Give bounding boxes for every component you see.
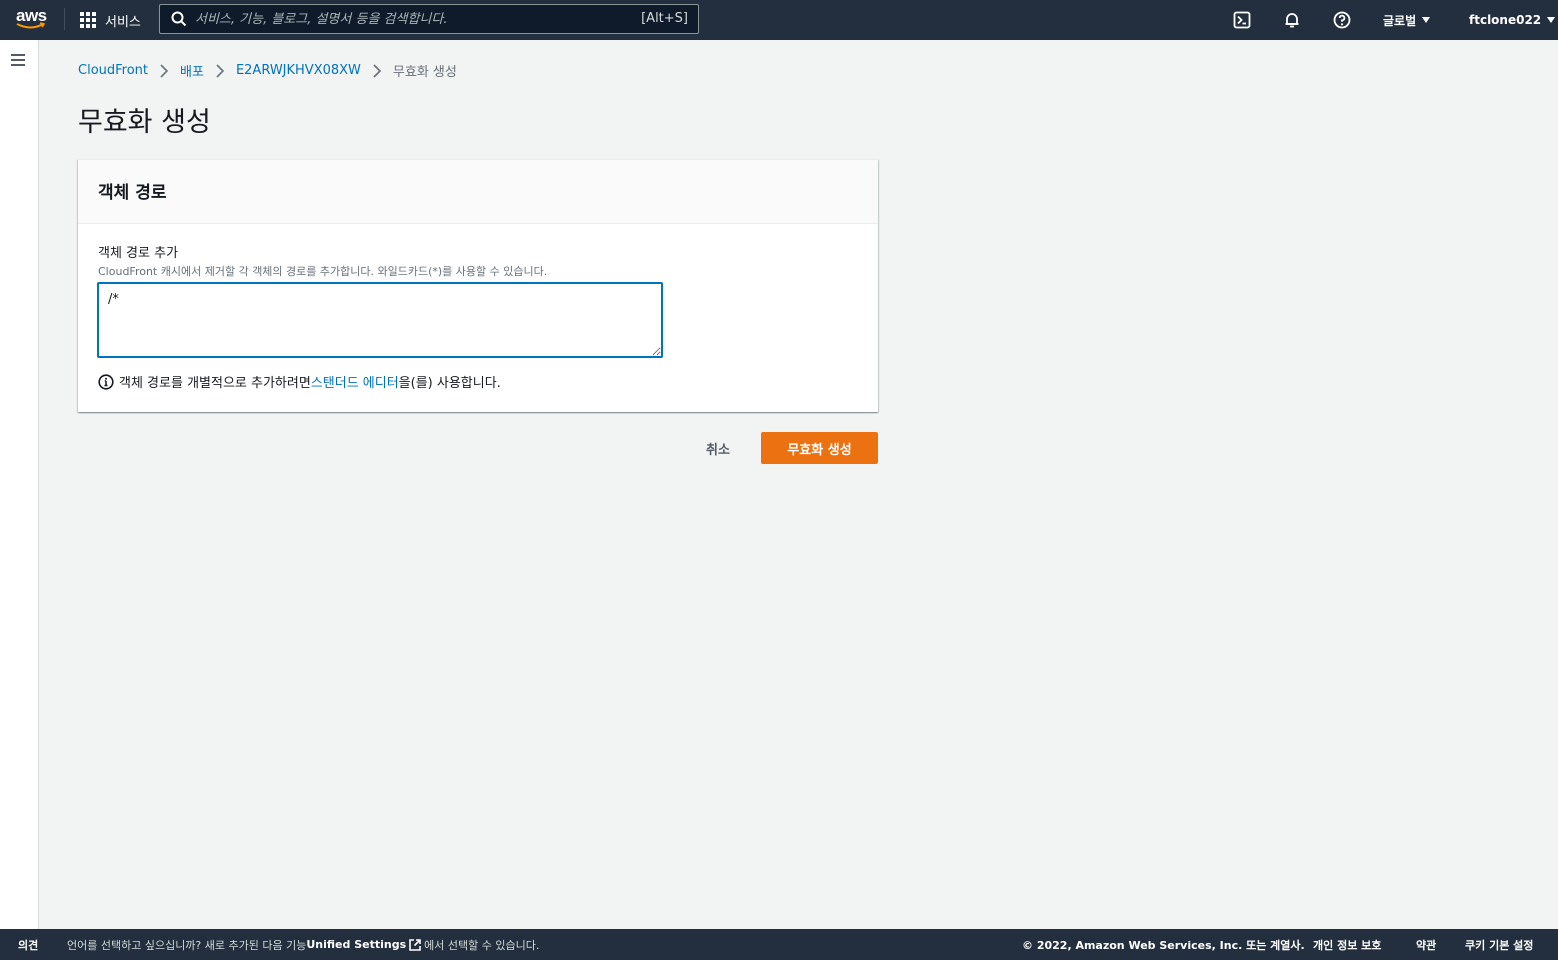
language-notice-prefix: 언어를 선택하고 싶으십니까? 새로 추가된 다음 기능: [67, 938, 307, 952]
privacy-link[interactable]: 개인 정보 보호: [1313, 929, 1381, 960]
account-menu[interactable]: ftclone022: [1469, 0, 1556, 40]
search-shortcut-hint: [Alt+S]: [641, 11, 688, 26]
chevron-right-icon: [216, 63, 224, 78]
services-grid-icon: [80, 12, 96, 28]
terms-link[interactable]: 약관: [1416, 929, 1436, 960]
breadcrumb-distributions[interactable]: 배포: [180, 61, 204, 80]
aws-smile-icon: [16, 22, 46, 29]
create-invalidation-button[interactable]: 무효화 생성: [761, 432, 878, 464]
breadcrumb-current: 무효화 생성: [392, 65, 457, 80]
top-navigation: aws 서비스 [Alt+S]: [0, 0, 1558, 40]
panel-title: 객체 경로: [98, 183, 167, 203]
cloudshell-icon: [1233, 11, 1251, 29]
help-icon: [1333, 11, 1351, 29]
unified-settings-link[interactable]: Unified Settings: [306, 938, 406, 951]
region-selector[interactable]: 글로벌: [1383, 0, 1431, 40]
cloudshell-button[interactable]: [1230, 8, 1254, 32]
panel-header: 객체 경로: [78, 160, 878, 224]
caret-down-icon: [1422, 17, 1431, 23]
copyright-text: © 2022, Amazon Web Services, Inc. 또는 계열사…: [1022, 938, 1305, 952]
services-menu-button[interactable]: 서비스: [80, 0, 141, 40]
page-title: 무효화 생성: [78, 107, 211, 138]
account-label: ftclone022: [1469, 13, 1542, 27]
search-box[interactable]: [Alt+S]: [159, 4, 699, 34]
info-icon: [98, 373, 114, 390]
services-label: 서비스: [105, 14, 141, 30]
help-button[interactable]: [1330, 8, 1354, 32]
region-label: 글로벌: [1383, 13, 1417, 28]
object-paths-textarea[interactable]: [97, 282, 663, 358]
info-text-prefix: 객체 경로를 개별적으로 추가하려면: [119, 376, 311, 391]
notifications-button[interactable]: [1280, 8, 1304, 32]
object-paths-panel: 객체 경로 객체 경로 추가 CloudFront 캐시에서 제거할 각 객체의…: [78, 159, 878, 412]
cookie-preferences-link[interactable]: 쿠키 기본 설정: [1465, 929, 1533, 960]
search-icon: [171, 11, 187, 27]
info-text-suffix: 을(를) 사용합니다.: [398, 376, 501, 391]
breadcrumb: CloudFront 배포 E2ARWJKHVX08XW 무효화 생성: [78, 61, 457, 80]
object-paths-label: 객체 경로 추가: [98, 246, 179, 261]
menu-toggle-icon[interactable]: [11, 54, 27, 68]
side-navigation-rail: [0, 40, 39, 929]
chevron-right-icon: [373, 63, 381, 78]
standard-editor-link[interactable]: 스탠더드 에디터: [311, 372, 399, 391]
cancel-button[interactable]: 취소: [690, 432, 746, 464]
footer: 의견 언어를 선택하고 싶으십니까? 새로 추가된 다음 기능 Unified …: [0, 929, 1558, 960]
feedback-link[interactable]: 의견: [18, 929, 38, 960]
breadcrumb-distribution-id[interactable]: E2ARWJKHVX08XW: [236, 63, 361, 78]
aws-logo[interactable]: aws: [14, 6, 50, 32]
external-link-icon: [408, 938, 422, 952]
notifications-bell-icon: [1285, 13, 1299, 28]
chevron-right-icon: [160, 63, 169, 78]
language-notice: 언어를 선택하고 싶으십니까? 새로 추가된 다음 기능 Unified Set…: [67, 929, 539, 960]
caret-down-icon: [1547, 17, 1556, 23]
object-paths-description: CloudFront 캐시에서 제거할 각 객체의 경로를 추가합니다. 와일드…: [98, 265, 548, 278]
nav-divider: [64, 8, 65, 30]
breadcrumb-cloudfront[interactable]: CloudFront: [78, 63, 148, 78]
language-notice-suffix: 에서 선택할 수 있습니다.: [424, 938, 540, 952]
search-input[interactable]: [195, 5, 635, 33]
info-message: 객체 경로를 개별적으로 추가하려면 스탠더드 에디터 을(를) 사용합니다.: [98, 372, 501, 391]
